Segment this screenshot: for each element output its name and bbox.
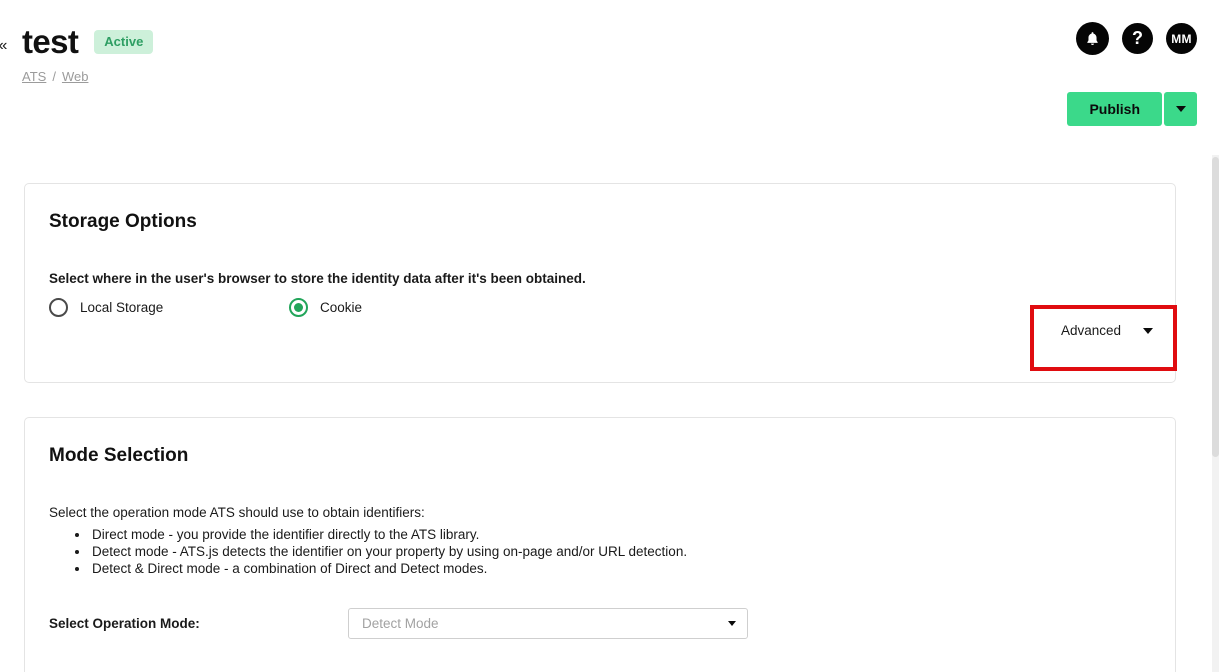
breadcrumb: ATS / Web bbox=[22, 69, 88, 84]
header-icon-group: ? MM bbox=[1076, 22, 1197, 55]
storage-radio-group: Local Storage Cookie bbox=[49, 298, 362, 317]
status-badge: Active bbox=[94, 30, 154, 54]
page-title: test bbox=[22, 23, 79, 60]
title-row: test Active bbox=[22, 22, 154, 62]
radio-icon-local-storage bbox=[49, 298, 68, 317]
chevron-down-icon bbox=[728, 621, 736, 626]
help-question-icon[interactable]: ? bbox=[1122, 23, 1153, 54]
breadcrumb-item-web[interactable]: Web bbox=[62, 69, 89, 84]
publish-button-group: Publish bbox=[1067, 92, 1197, 126]
publish-button[interactable]: Publish bbox=[1067, 92, 1162, 126]
list-item: Detect & Direct mode - a combination of … bbox=[90, 560, 687, 577]
radio-option-cookie[interactable]: Cookie bbox=[289, 298, 362, 317]
help-glyph: ? bbox=[1132, 28, 1143, 48]
mode-description-list: Direct mode - you provide the identifier… bbox=[49, 526, 687, 577]
radio-option-local-storage[interactable]: Local Storage bbox=[49, 298, 289, 317]
mode-selection-description: Select the operation mode ATS should use… bbox=[49, 505, 425, 520]
advanced-label: Advanced bbox=[1060, 323, 1121, 338]
breadcrumb-separator: / bbox=[52, 69, 56, 84]
storage-options-description: Select where in the user's browser to st… bbox=[49, 271, 586, 286]
app-page: « test Active ATS / Web ? MM bbox=[0, 0, 1221, 672]
storage-options-title: Storage Options bbox=[49, 211, 197, 232]
vertical-scrollbar-thumb[interactable] bbox=[1212, 157, 1219, 457]
mode-selection-title: Mode Selection bbox=[49, 445, 189, 466]
mode-selection-card: Mode Selection Select the operation mode… bbox=[24, 417, 1176, 672]
avatar-initials: MM bbox=[1171, 31, 1192, 46]
advanced-dropdown[interactable]: Advanced bbox=[1061, 323, 1153, 338]
operation-mode-value: Detect Mode bbox=[362, 616, 439, 631]
publish-dropdown-button[interactable] bbox=[1164, 92, 1197, 126]
chevron-down-icon bbox=[1143, 327, 1153, 334]
notifications-bell-icon[interactable] bbox=[1076, 22, 1109, 55]
radio-label-local-storage: Local Storage bbox=[80, 300, 164, 315]
page-header: test Active ATS / Web ? MM Publish bbox=[0, 0, 1221, 155]
main-content: Storage Options Select where in the user… bbox=[0, 155, 1221, 672]
operation-mode-row: Select Operation Mode: Detect Mode bbox=[49, 608, 748, 639]
chevron-down-icon bbox=[1175, 106, 1186, 112]
user-avatar[interactable]: MM bbox=[1166, 23, 1197, 54]
list-item: Direct mode - you provide the identifier… bbox=[90, 526, 687, 543]
radio-label-cookie: Cookie bbox=[320, 300, 363, 315]
radio-icon-cookie bbox=[289, 298, 308, 317]
list-item: Detect mode - ATS.js detects the identif… bbox=[90, 543, 687, 560]
breadcrumb-item-ats[interactable]: ATS bbox=[22, 69, 46, 84]
storage-options-card: Storage Options Select where in the user… bbox=[24, 183, 1176, 383]
operation-mode-label: Select Operation Mode: bbox=[49, 616, 200, 631]
operation-mode-select[interactable]: Detect Mode bbox=[348, 608, 748, 639]
